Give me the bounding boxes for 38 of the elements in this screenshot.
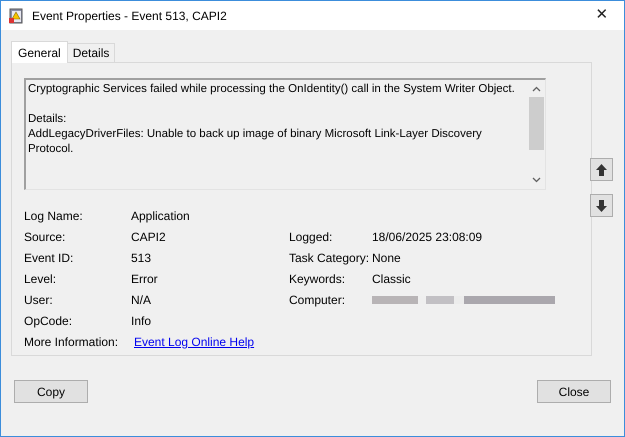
scrollbar-thumb[interactable] [529,97,544,150]
field-label: More Information: [24,334,118,351]
event-log-icon [8,8,24,24]
description-text: AddLegacyDriverFiles: Unable to back up image of binary Microsoft Link-Layer Discovery Protocol. [28,127,483,157]
field-label: User: [24,292,53,309]
field-value: Info [131,313,152,330]
down-arrow-icon [596,200,607,212]
field-label: Log Name: [24,208,83,225]
help-link[interactable]: Event Log Online Help [134,333,254,351]
field-label: Task Category: [289,250,370,267]
field-value: Error [131,271,158,288]
field-value: CAPI2 [131,229,166,246]
tab[interactable]: Details [68,43,116,62]
previous-event-button[interactable] [590,158,613,181]
field-value: None [372,250,401,267]
close-button[interactable]: ✕ [580,1,624,30]
field-label: Level: [24,271,56,288]
close-dialog-button[interactable]: Close [537,380,611,403]
field-label: Source: [24,229,66,246]
description-text: Details: [28,112,68,127]
field-value: Application [131,208,190,225]
field-value: Classic [372,271,411,288]
field-value: 18/06/2025 23:08:09 [372,229,482,246]
copy-button[interactable]: Copy [14,380,88,403]
description-text: Cryptographic Services failed while processing the OnIdentity() call in the System Writer Object. [28,82,516,97]
tab[interactable]: General [11,41,68,63]
field-value: N/A [131,292,152,309]
window-title: Event Properties - Event 513, CAPI2 [32,8,227,24]
field-label: Computer: [289,292,346,309]
field-value: 513 [131,250,152,267]
field-label: OpCode: [24,313,72,330]
next-event-button[interactable] [590,194,613,217]
field-label: Logged: [289,229,332,246]
up-arrow-icon [596,164,607,176]
scroll-up-icon[interactable] [532,86,541,92]
scroll-down-icon[interactable] [532,177,541,183]
field-label: Keywords: [289,271,346,288]
field-label: Event ID: [24,250,74,267]
